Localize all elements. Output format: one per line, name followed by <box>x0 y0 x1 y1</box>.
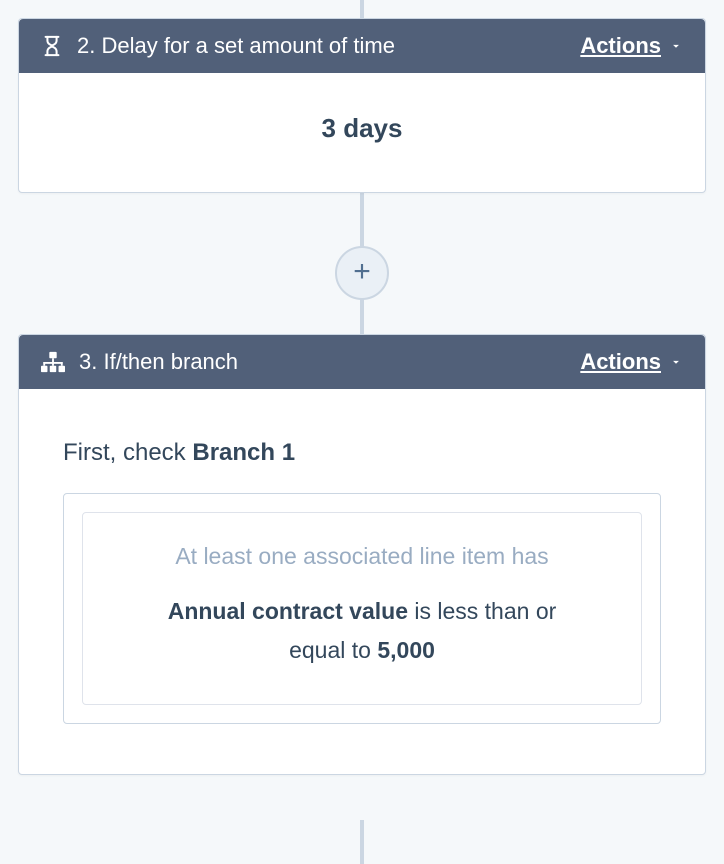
delay-duration: 3 days <box>49 113 675 144</box>
step-header: 3. If/then branch Actions <box>19 335 705 389</box>
step-title: 3. If/then branch <box>79 349 580 375</box>
chevron-down-icon <box>669 355 683 369</box>
chevron-down-icon <box>669 39 683 53</box>
condition-scope: At least one associated line item has <box>111 543 613 570</box>
step-title: 2. Delay for a set amount of time <box>77 33 580 59</box>
hourglass-icon <box>41 35 63 57</box>
condition-item: At least one associated line item has An… <box>82 512 642 705</box>
actions-dropdown[interactable]: Actions <box>580 349 683 375</box>
actions-dropdown[interactable]: Actions <box>580 33 683 59</box>
plus-icon: + <box>353 257 371 287</box>
connector-line <box>360 820 364 864</box>
add-step-button[interactable]: + <box>335 246 389 300</box>
workflow-step-branch[interactable]: 3. If/then branch Actions First, check B… <box>18 334 706 775</box>
connector-line <box>360 0 364 18</box>
condition-expression: Annual contract value is less than or eq… <box>111 592 613 670</box>
workflow-canvas: 2. Delay for a set amount of time Action… <box>0 0 724 864</box>
condition-group: At least one associated line item has An… <box>63 493 661 724</box>
branch-check-label: First, check Branch 1 <box>63 439 661 467</box>
workflow-step-delay[interactable]: 2. Delay for a set amount of time Action… <box>18 18 706 193</box>
sitemap-icon <box>41 351 65 373</box>
step-body: First, check Branch 1 At least one assoc… <box>19 389 705 774</box>
step-header: 2. Delay for a set amount of time Action… <box>19 19 705 73</box>
step-body: 3 days <box>19 73 705 192</box>
